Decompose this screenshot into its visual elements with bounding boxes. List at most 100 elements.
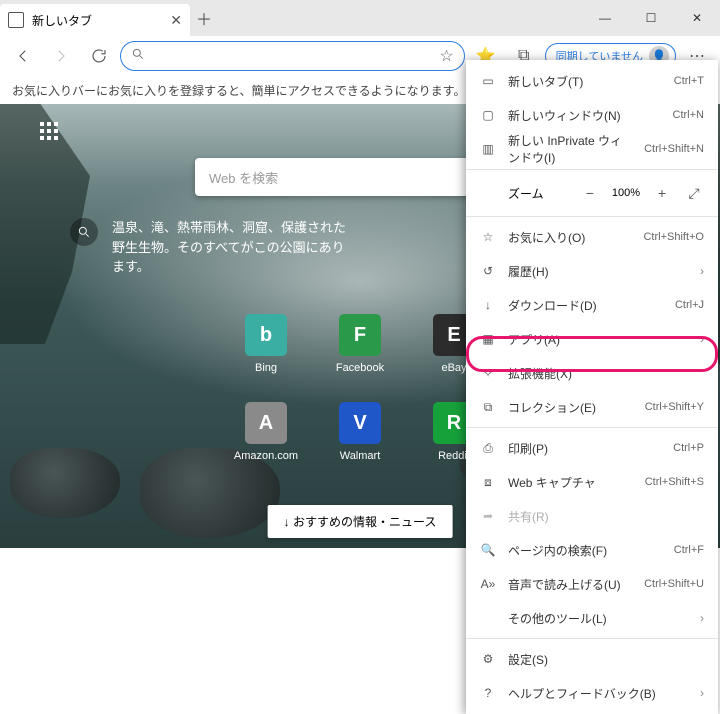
apps-icon: ▦ — [480, 332, 496, 346]
menu-item-find[interactable]: 🔍ページ内の検索(F)Ctrl+F — [466, 533, 718, 567]
menu-item-label: その他のツール(L) — [508, 610, 688, 627]
coll-icon: ⧉ — [480, 400, 496, 415]
menu-item-label: 音声で読み上げる(U) — [508, 576, 632, 593]
star-icon: ☆ — [480, 230, 496, 244]
share-icon: ➦ — [480, 509, 496, 523]
zoom-value: 100% — [606, 187, 646, 199]
chevron-right-icon: › — [700, 611, 704, 625]
info-blurb-text: 温泉、滝、熱帯雨林、洞窟、保護された野生生物。そのすべてがこの公園にあります。 — [112, 218, 350, 277]
menu-shortcut: Ctrl+Shift+N — [644, 143, 704, 155]
menu-item-coll[interactable]: ⧉ コレクション(E) Ctrl+Shift+Y — [466, 390, 718, 424]
window-icon: ▢ — [480, 108, 496, 122]
tile-label: Walmart — [340, 450, 381, 462]
tile-label: Amazon.com — [234, 450, 298, 462]
menu-item-label: 設定(S) — [508, 651, 704, 668]
chevron-right-icon: › — [700, 686, 704, 700]
zoom-label: ズーム — [508, 185, 574, 202]
tile-label: eBay — [441, 362, 466, 374]
menu-item-label: 新しい InPrivate ウィンドウ(I) — [508, 132, 632, 166]
menu-item-apps[interactable]: ▦ アプリ(A) › — [466, 322, 718, 356]
tab-icon: ▭ — [480, 74, 496, 88]
back-button[interactable] — [6, 40, 40, 72]
help-icon: ? — [480, 686, 496, 700]
app-launcher-icon[interactable] — [40, 122, 58, 140]
ext-icon: ✧ — [480, 366, 496, 380]
menu-item-print[interactable]: ⎙ 印刷(P) Ctrl+P — [466, 431, 718, 465]
settings-icon: ⚙ — [480, 652, 496, 666]
menu-item-history[interactable]: ↺履歴(H)› — [466, 254, 718, 288]
print-icon: ⎙ — [480, 441, 496, 456]
find-icon: 🔍 — [480, 543, 496, 557]
quick-tile[interactable]: V Walmart — [320, 402, 400, 462]
menu-item-label: ヘルプとフィードバック(B) — [508, 685, 688, 702]
menu-shortcut: Ctrl+Shift+U — [644, 578, 704, 590]
tile-icon: V — [339, 402, 381, 444]
menu-shortcut: Ctrl+Shift+Y — [645, 401, 704, 413]
menu-item-label: 履歴(H) — [508, 263, 688, 280]
search-icon — [131, 47, 145, 66]
menu-shortcut: Ctrl+J — [675, 299, 704, 311]
browser-tab[interactable]: 新しいタブ ✕ — [0, 4, 190, 36]
menu-item-window[interactable]: ▢ 新しいウィンドウ(N) Ctrl+N — [466, 98, 718, 132]
download-icon: ↓ — [480, 298, 496, 312]
menu-item-settings[interactable]: ⚙ 設定(S) — [466, 642, 718, 676]
tab-page-icon — [8, 12, 24, 28]
tile-icon: A — [245, 402, 287, 444]
menu-item-help[interactable]: ? ヘルプとフィードバック(B) › — [466, 676, 718, 710]
menu-item-ext[interactable]: ✧ 拡張機能(X) — [466, 356, 718, 390]
fullscreen-button[interactable]: ⤢ — [678, 185, 710, 202]
inprivate-icon: ▥ — [480, 142, 496, 156]
quick-tile[interactable]: FFacebook — [320, 314, 400, 374]
menu-item-tools[interactable]: その他のツール(L) › — [466, 601, 718, 635]
menu-shortcut: Ctrl+Shift+O — [643, 231, 704, 243]
menu-shortcut: Ctrl+P — [673, 442, 704, 454]
tile-label: Bing — [255, 362, 277, 374]
settings-menu: ▭ 新しいタブ(T) Ctrl+T ▢ 新しいウィンドウ(N) Ctrl+N ▥ 新しい In… — [466, 60, 718, 714]
favorite-star-icon[interactable]: ☆ — [439, 46, 453, 66]
menu-item-label: お気に入り(O) — [508, 229, 631, 246]
menu-item-label: 印刷(P) — [508, 440, 661, 457]
window-minimize-button[interactable]: — — [582, 0, 628, 36]
tab-title: 新しいタブ — [32, 12, 162, 29]
menu-item-label: ページ内の検索(F) — [508, 542, 662, 559]
info-search-icon[interactable] — [70, 218, 98, 246]
tile-icon: b — [245, 314, 287, 356]
chevron-right-icon: › — [700, 332, 704, 346]
menu-item-label: ダウンロード(D) — [508, 297, 663, 314]
capture-icon: ⧈ — [480, 475, 496, 490]
tab-close-icon[interactable]: ✕ — [170, 12, 182, 29]
menu-item-capture[interactable]: ⧈ Web キャプチャ Ctrl+Shift+S — [466, 465, 718, 499]
menu-item-label: 拡張機能(X) — [508, 365, 704, 382]
news-button[interactable]: ↓ おすすめの情報・ニュース — [268, 505, 453, 538]
new-tab-button[interactable]: ＋ — [190, 0, 218, 36]
address-bar[interactable]: ☆ — [120, 41, 465, 71]
menu-item-label: 新しいタブ(T) — [508, 73, 662, 90]
menu-item-label: 新しいウィンドウ(N) — [508, 107, 661, 124]
menu-item-star[interactable]: ☆ お気に入り(O) Ctrl+Shift+O — [466, 220, 718, 254]
menu-item-inprivate[interactable]: ▥ 新しい InPrivate ウィンドウ(I) Ctrl+Shift+N — [466, 132, 718, 166]
menu-item-download[interactable]: ↓ ダウンロード(D) Ctrl+J — [466, 288, 718, 322]
refresh-button[interactable] — [82, 40, 116, 72]
menu-item-label: 共有(R) — [508, 508, 704, 525]
window-maximize-button[interactable]: ☐ — [628, 0, 674, 36]
zoom-in-button[interactable]: + — [646, 185, 678, 201]
menu-item-label: Web キャプチャ — [508, 474, 633, 491]
menu-item-label: アプリ(A) — [508, 331, 688, 348]
quick-tile[interactable]: A Amazon.com — [226, 402, 306, 462]
quick-tile[interactable]: b Bing — [226, 314, 306, 374]
menu-item-label: コレクション(E) — [508, 399, 633, 416]
menu-item-read[interactable]: A» 音声で読み上げる(U) Ctrl+Shift+U — [466, 567, 718, 601]
menu-shortcut: Ctrl+T — [674, 75, 704, 87]
window-close-button[interactable]: ✕ — [674, 0, 720, 36]
menu-item-share[interactable]: ➦ 共有(R) — [466, 499, 718, 533]
tile-label: Facebook — [336, 362, 384, 374]
chevron-right-icon: › — [700, 264, 704, 278]
favbar-text: お気に入りバーにお気に入りを登録すると、簡単にアクセスできるようになります。 — [12, 82, 465, 99]
forward-button[interactable] — [44, 40, 78, 72]
zoom-out-button[interactable]: − — [574, 185, 606, 201]
search-placeholder: Web を検索 — [209, 168, 278, 187]
menu-shortcut: Ctrl+N — [673, 109, 704, 121]
menu-shortcut: Ctrl+Shift+S — [645, 476, 704, 488]
menu-item-tab[interactable]: ▭ 新しいタブ(T) Ctrl+T — [466, 64, 718, 98]
read-icon: A» — [480, 577, 496, 591]
